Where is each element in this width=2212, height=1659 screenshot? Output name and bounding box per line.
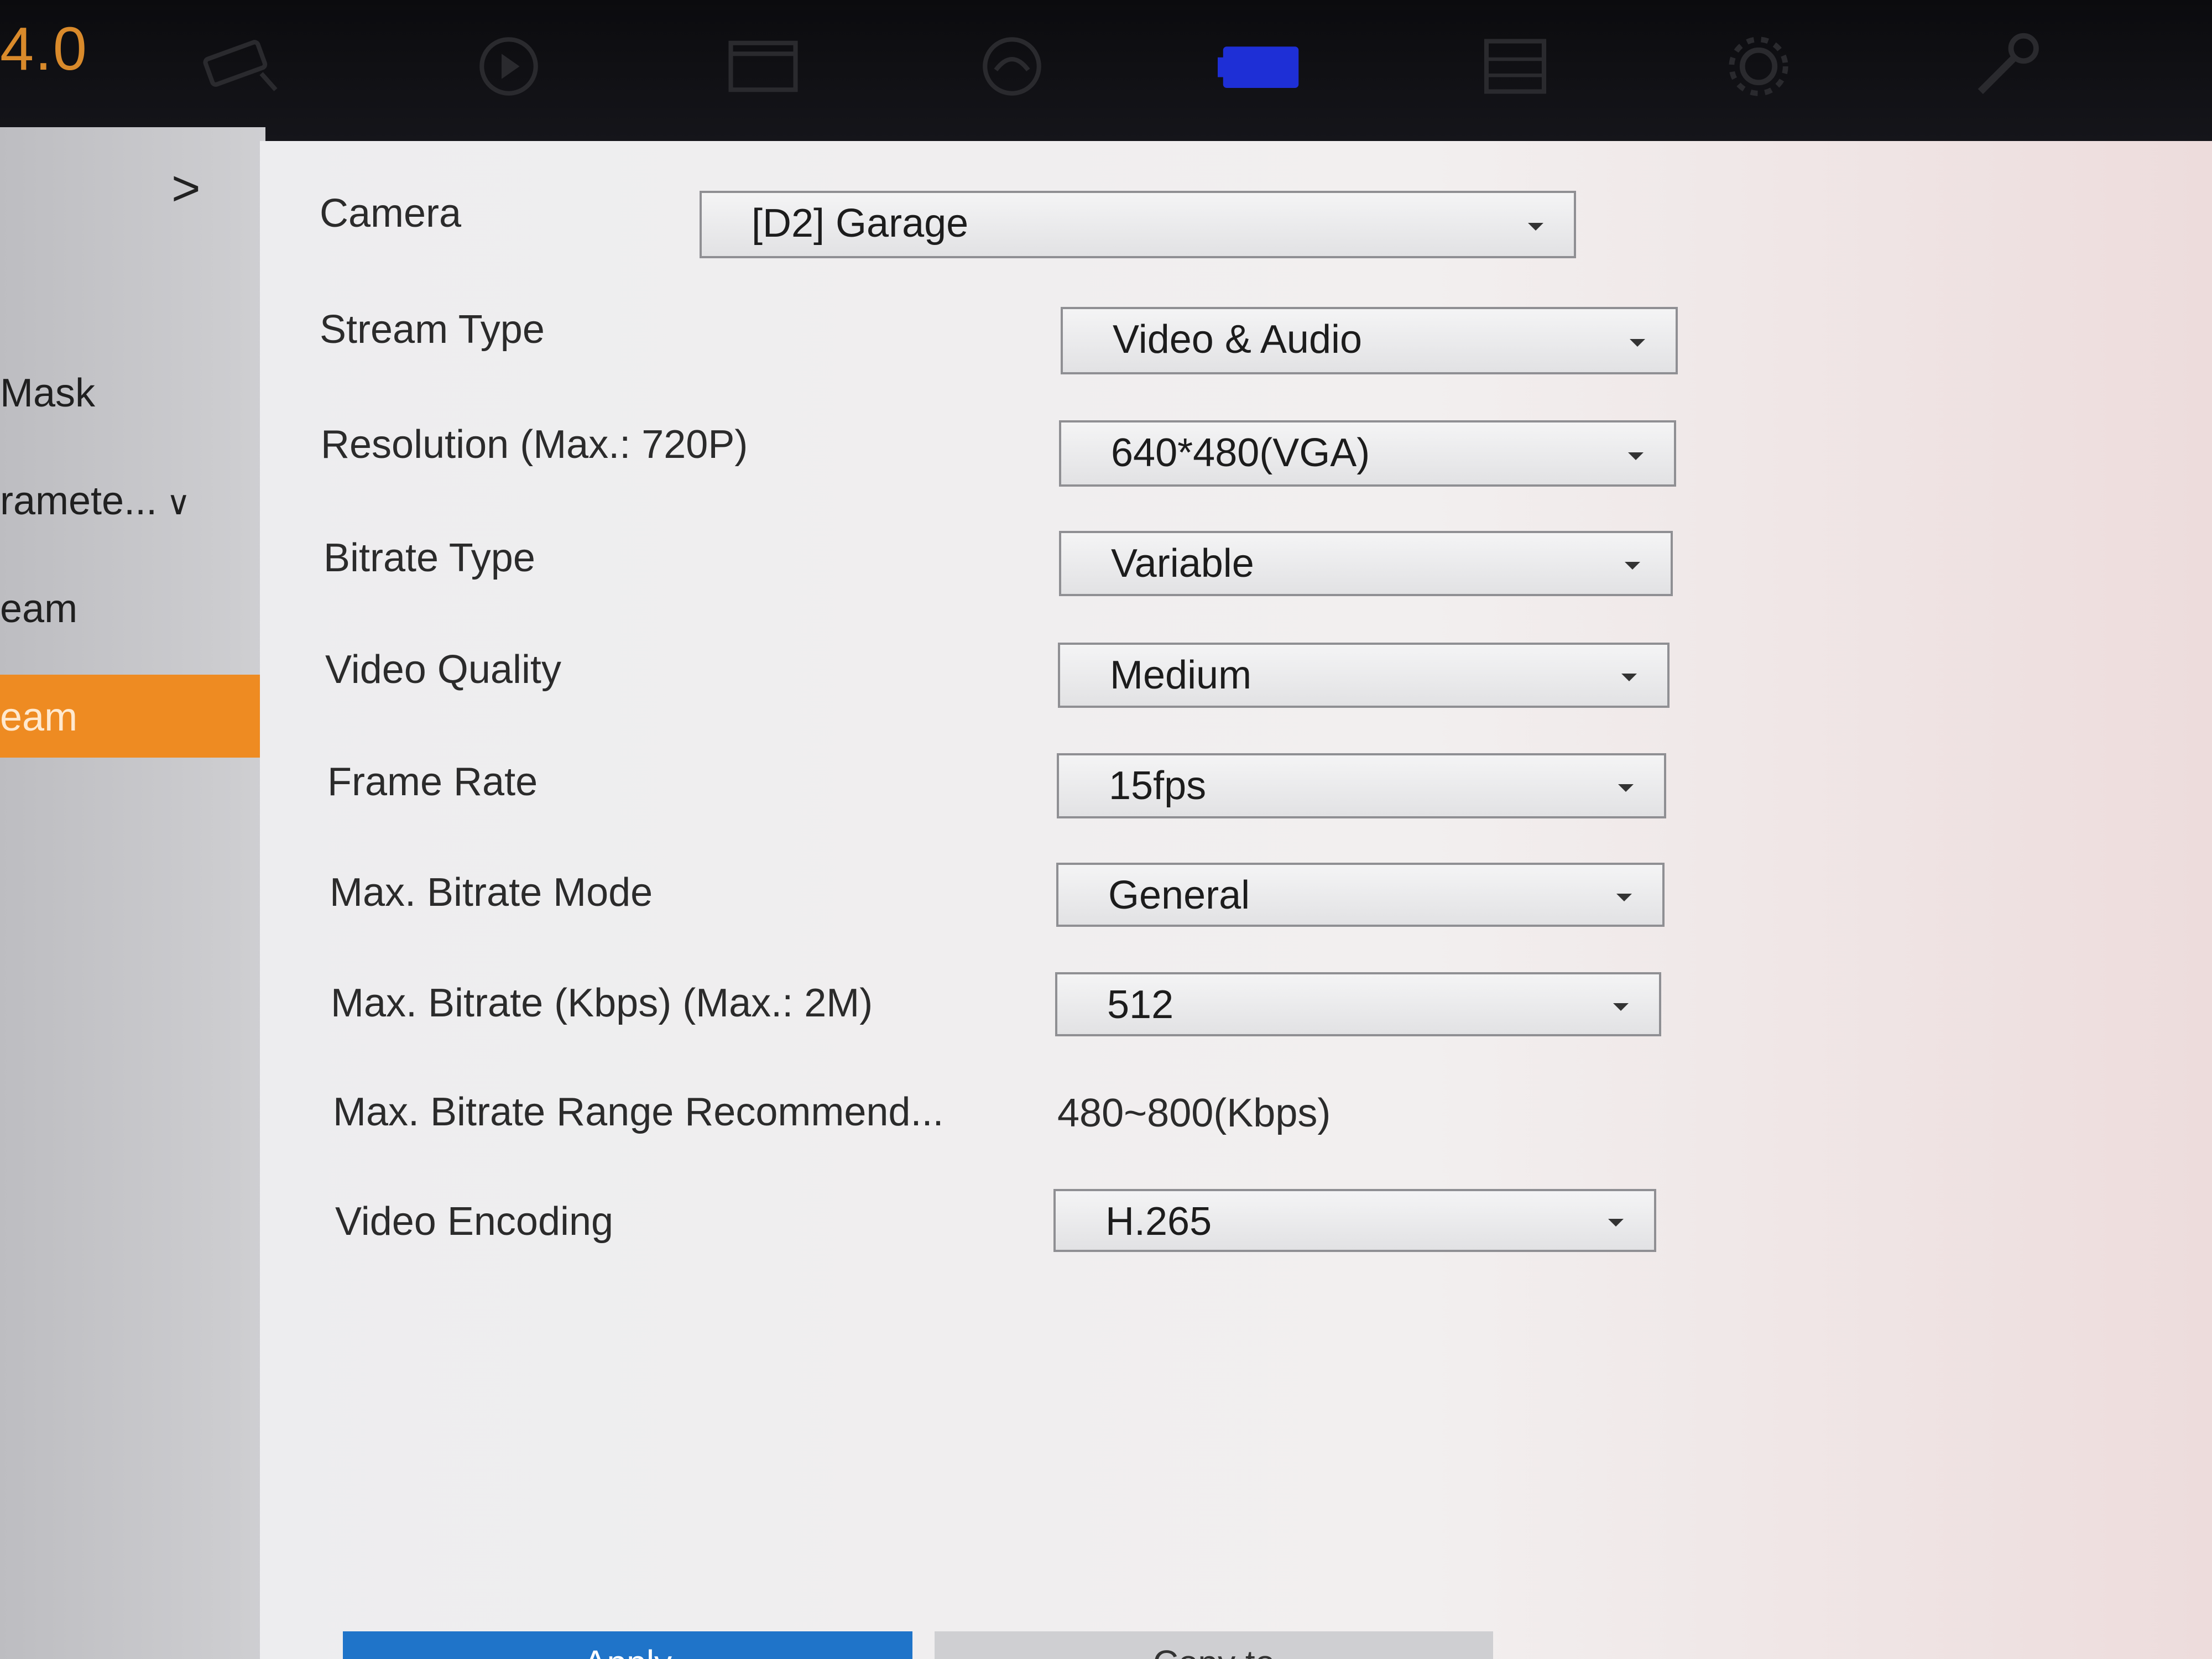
chevron-right-icon[interactable]: >: [171, 160, 201, 217]
sidebar-item-mask[interactable]: Mask: [0, 371, 95, 416]
resolution-label: Resolution (Max.: 720P): [321, 422, 748, 467]
resolution-value: 640*480(VGA): [1111, 431, 1370, 475]
apply-button-label: Apply: [583, 1643, 672, 1659]
sidebar-item-label: eam: [0, 695, 78, 739]
chevron-down-icon: [1616, 894, 1632, 901]
video-encoding-label: Video Encoding: [335, 1199, 614, 1244]
video-settings-icon[interactable]: [1211, 28, 1311, 105]
max-bitrate-mode-label: Max. Bitrate Mode: [330, 870, 653, 915]
chevron-down-icon: [1625, 562, 1640, 570]
max-bitrate-mode-value: General: [1108, 873, 1250, 917]
chevron-down-icon: [1528, 223, 1543, 231]
left-sidebar: > Mask ramete... ∨ eam eam: [0, 127, 265, 1659]
max-bitrate-label: Max. Bitrate (Kbps) (Max.: 2M): [331, 981, 873, 1025]
gear-icon[interactable]: [1709, 28, 1808, 105]
chevron-down-icon: [1608, 1219, 1624, 1227]
chevron-down-icon: [1628, 452, 1644, 460]
sidebar-item-sub-stream[interactable]: eam: [0, 675, 265, 758]
version-label: 4.0: [0, 15, 88, 83]
sidebar-item-label: eam: [0, 587, 78, 631]
copy-to-button[interactable]: Copy to: [935, 1631, 1493, 1659]
record-icon[interactable]: [962, 28, 1062, 105]
camera-value: [D2] Garage: [752, 201, 969, 246]
max-bitrate-mode-select[interactable]: General: [1056, 863, 1665, 927]
bitrate-range-label: Max. Bitrate Range Recommend...: [333, 1090, 944, 1134]
max-bitrate-value: 512: [1107, 983, 1174, 1027]
stream-type-select[interactable]: Video & Audio: [1061, 307, 1678, 374]
max-bitrate-select[interactable]: 512: [1055, 972, 1661, 1036]
camera-label: Camera: [320, 191, 462, 236]
file-icon[interactable]: [713, 28, 813, 105]
sidebar-item-parameters[interactable]: ramete... ∨: [0, 478, 191, 524]
chevron-down-icon: [1630, 339, 1645, 347]
bitrate-range-value: 480~800(Kbps): [1057, 1091, 1331, 1135]
sidebar-item-label: ramete...: [0, 479, 158, 523]
frame-rate-select[interactable]: 15fps: [1057, 753, 1666, 818]
frame-rate-value: 15fps: [1109, 764, 1207, 808]
stream-type-value: Video & Audio: [1113, 317, 1363, 362]
bitrate-type-select[interactable]: Variable: [1059, 531, 1673, 596]
copy-to-button-label: Copy to: [1153, 1643, 1275, 1659]
bitrate-type-value: Variable: [1111, 541, 1254, 586]
camera-icon[interactable]: [194, 28, 293, 105]
video-quality-select[interactable]: Medium: [1058, 643, 1670, 708]
wrench-icon[interactable]: [1958, 28, 2057, 105]
video-quality-label: Video Quality: [325, 648, 561, 692]
apply-button[interactable]: Apply: [343, 1631, 912, 1659]
chevron-down-icon: [1613, 1003, 1629, 1011]
frame-rate-label: Frame Rate: [327, 760, 538, 804]
video-encoding-select[interactable]: H.265: [1053, 1189, 1656, 1252]
stream-type-label: Stream Type: [320, 307, 545, 352]
sidebar-item-label: Mask: [0, 371, 96, 415]
video-encoding-value: H.265: [1105, 1199, 1212, 1244]
camera-select[interactable]: [D2] Garage: [700, 191, 1576, 258]
video-quality-value: Medium: [1110, 653, 1252, 697]
resolution-select[interactable]: 640*480(VGA): [1059, 420, 1676, 487]
storage-icon[interactable]: [1465, 28, 1565, 105]
top-menu-bar: 4.0: [0, 0, 2212, 141]
sidebar-item-main-stream[interactable]: eam: [0, 586, 77, 632]
chevron-down-icon: [1621, 674, 1637, 681]
playback-icon[interactable]: [459, 28, 559, 105]
chevron-down-icon: ∨: [157, 484, 191, 521]
bitrate-type-label: Bitrate Type: [324, 536, 535, 580]
chevron-down-icon: [1618, 784, 1634, 792]
